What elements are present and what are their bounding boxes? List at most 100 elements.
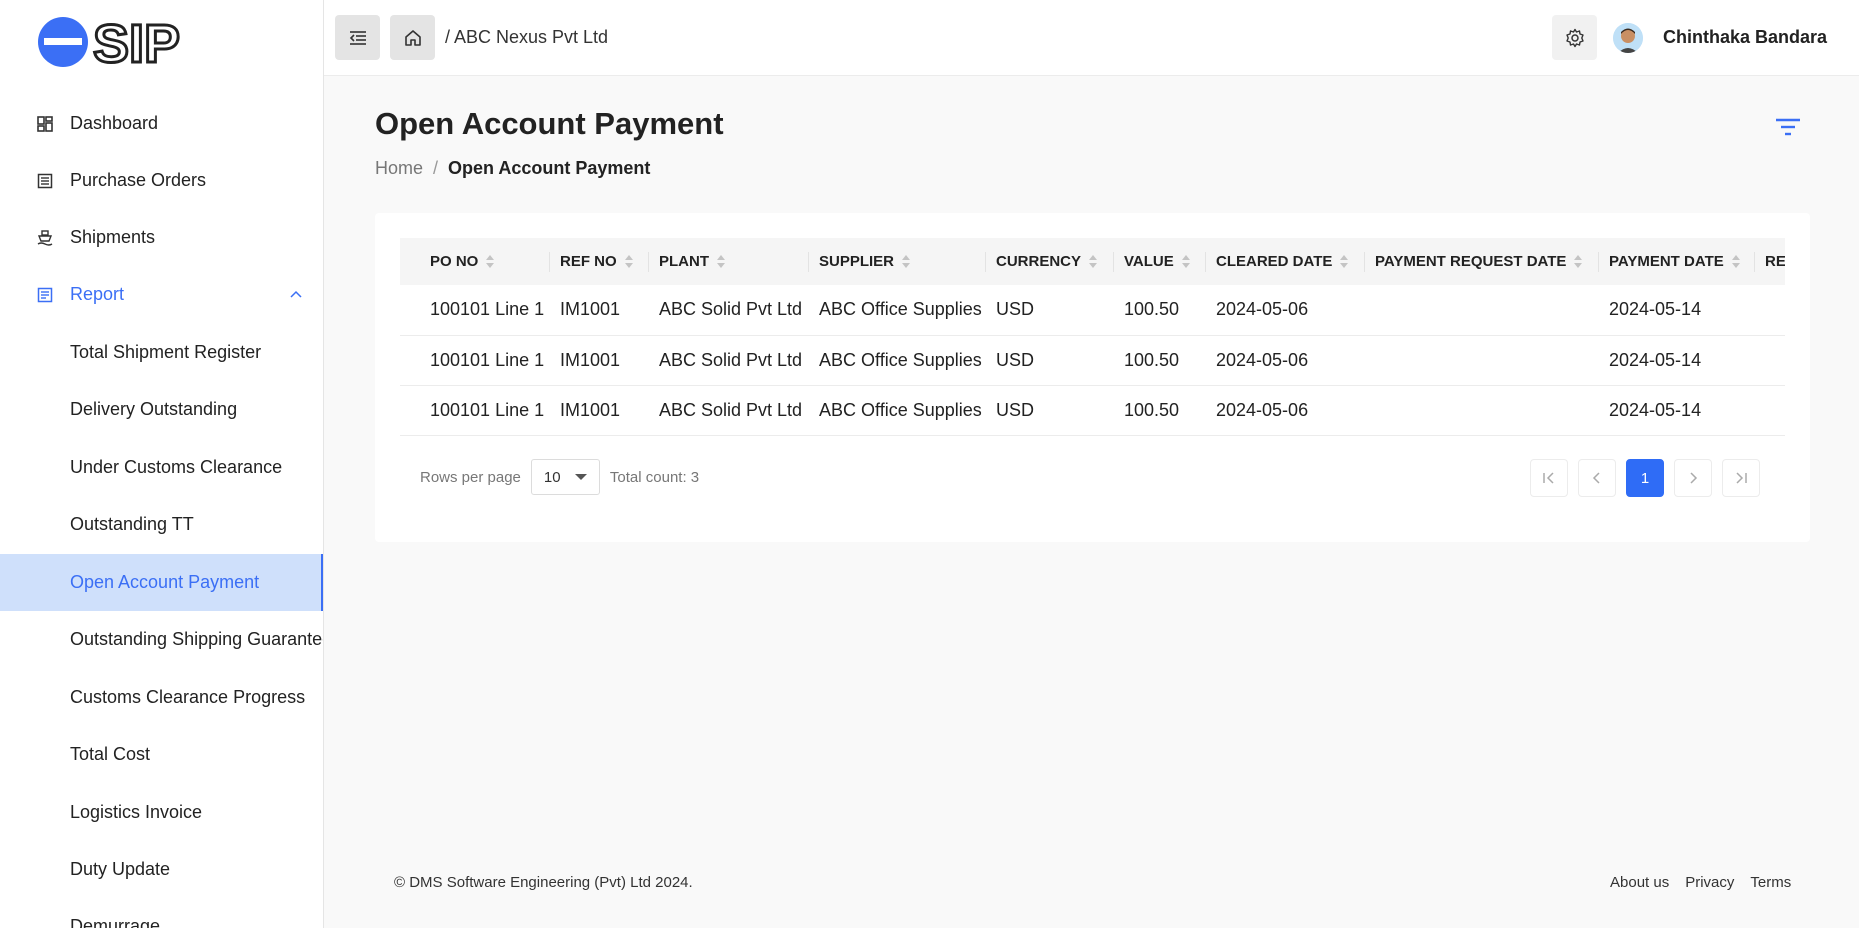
table-row[interactable]: 100101 Line 1 IM1001 ABC Solid Pvt Ltd A…	[400, 385, 1785, 436]
sidebar-item-shipments[interactable]: Shipments	[0, 209, 323, 266]
column-header-cleared-date[interactable]: CLEARED DATE	[1206, 238, 1365, 285]
chevron-up-icon[interactable]	[288, 286, 304, 302]
cell-value: 100.50	[1114, 285, 1206, 336]
esip-logo[interactable]: SIP	[38, 10, 258, 72]
first-page-button[interactable]	[1530, 459, 1568, 497]
list-icon	[36, 172, 54, 190]
cell-payment-request-date	[1365, 285, 1599, 336]
table-row[interactable]: 100101 Line 1 IM1001 ABC Solid Pvt Ltd A…	[400, 335, 1785, 386]
sort-icon[interactable]	[717, 255, 725, 269]
sidebar-item-delivery-outstanding[interactable]: Delivery Outstanding	[0, 381, 323, 438]
total-count: Total count: 3	[609, 468, 700, 486]
page-title: Open Account Payment	[375, 106, 724, 141]
cell-payment-request-date	[1365, 385, 1599, 436]
column-header-payment-date[interactable]: PAYMENT DATE	[1599, 238, 1755, 285]
report-icon	[36, 286, 54, 304]
breadcrumb-home[interactable]: Home	[375, 158, 423, 178]
footer-link-privacy[interactable]: Privacy	[1685, 874, 1734, 891]
sidebar-item-outstanding-tt[interactable]: Outstanding TT	[0, 496, 323, 553]
column-header-supplier[interactable]: SUPPLIER	[809, 238, 986, 285]
footer-copyright: © DMS Software Engineering (Pvt) Ltd 202…	[394, 874, 693, 891]
column-header-re[interactable]: RE	[1755, 238, 1785, 285]
svg-text:SIP: SIP	[93, 14, 180, 72]
sort-icon[interactable]	[486, 255, 495, 269]
cell-supplier: ABC Office Supplies	[809, 385, 986, 436]
cell-supplier: ABC Office Supplies	[809, 335, 986, 386]
sidebar-item-total-cost[interactable]: Total Cost	[0, 726, 323, 783]
cell-payment-date: 2024-05-14	[1599, 285, 1755, 336]
results-card: PO NO REF NO PLANT SUPPLIER CURRENCY VAL…	[375, 213, 1810, 542]
sort-icon[interactable]	[1089, 255, 1098, 269]
last-page-icon	[1736, 472, 1747, 484]
breadcrumb-current: Open Account Payment	[448, 158, 651, 178]
chevron-left-icon	[1592, 472, 1600, 484]
sort-icon[interactable]	[1731, 255, 1740, 269]
sidebar-item-purchase-orders[interactable]: Purchase Orders	[0, 152, 323, 209]
column-header-currency[interactable]: CURRENCY	[986, 238, 1114, 285]
sort-icon[interactable]	[1340, 255, 1349, 269]
sidebar-item-open-account-payment[interactable]: Open Account Payment	[0, 554, 323, 611]
home-icon	[404, 29, 421, 46]
first-page-icon	[1543, 472, 1554, 484]
sort-icon[interactable]	[902, 255, 911, 269]
table-container[interactable]: PO NO REF NO PLANT SUPPLIER CURRENCY VAL…	[400, 238, 1785, 438]
pagination-controls: 1	[1530, 459, 1760, 497]
user-name[interactable]: Chinthaka Bandara	[1663, 27, 1827, 48]
table-header-row: PO NO REF NO PLANT SUPPLIER CURRENCY VAL…	[400, 238, 1785, 285]
cell-payment-date: 2024-05-14	[1599, 385, 1755, 436]
sidebar-item-under-customs-clearance[interactable]: Under Customs Clearance	[0, 439, 323, 496]
sidebar-item-customs-clearance-progress[interactable]: Customs Clearance Progress	[0, 669, 323, 726]
column-header-value[interactable]: VALUE	[1114, 238, 1206, 285]
sidebar-item-report[interactable]: Report	[0, 266, 323, 323]
cell-re	[1755, 335, 1785, 386]
cell-payment-date: 2024-05-14	[1599, 335, 1755, 386]
previous-page-button[interactable]	[1578, 459, 1616, 497]
payments-table: PO NO REF NO PLANT SUPPLIER CURRENCY VAL…	[400, 238, 1785, 436]
sidebar-item-label: Purchase Orders	[70, 170, 207, 190]
footer-link-about[interactable]: About us	[1610, 874, 1669, 891]
column-header-ref-no[interactable]: REF NO	[550, 238, 649, 285]
sidebar-item-dashboard[interactable]: Dashboard	[0, 95, 323, 152]
cell-currency: USD	[986, 335, 1114, 386]
collapse-menu-icon	[349, 30, 366, 45]
page-button-current[interactable]: 1	[1626, 459, 1664, 497]
avatar[interactable]	[1613, 23, 1643, 53]
chevron-right-icon	[1690, 472, 1698, 484]
sidebar-item-total-shipment-register[interactable]: Total Shipment Register	[0, 324, 323, 381]
table-row[interactable]: 100101 Line 1 IM1001 ABC Solid Pvt Ltd A…	[400, 285, 1785, 336]
cell-re	[1755, 285, 1785, 336]
sort-icon[interactable]	[1181, 255, 1190, 269]
sort-icon[interactable]	[624, 255, 633, 269]
pagination-info: Rows per page 10 Total count: 3	[420, 459, 699, 495]
column-header-payment-request-date[interactable]: PAYMENT REQUEST DATE	[1365, 238, 1599, 285]
cell-supplier: ABC Office Supplies	[809, 285, 986, 336]
sort-icon[interactable]	[1574, 255, 1583, 269]
cell-value: 100.50	[1114, 385, 1206, 436]
sidebar-item-duty-update[interactable]: Duty Update	[0, 841, 323, 898]
rows-per-page-select[interactable]: 10	[530, 459, 600, 495]
home-button[interactable]	[390, 15, 435, 60]
sidebar-item-demurrage[interactable]: Demurrage	[0, 898, 323, 928]
sidebar-toggle-button[interactable]	[335, 15, 380, 60]
cell-currency: USD	[986, 385, 1114, 436]
cell-ref-no: IM1001	[550, 385, 649, 436]
next-page-button[interactable]	[1674, 459, 1712, 497]
column-header-po-no[interactable]: PO NO	[400, 238, 550, 285]
sidebar-item-label: Dashboard	[70, 113, 159, 133]
sidebar-item-outstanding-shipping-guarantee[interactable]: Outstanding Shipping Guarantee	[0, 611, 323, 668]
footer-link-terms[interactable]: Terms	[1750, 874, 1791, 891]
company-name: / ABC Nexus Pvt Ltd	[445, 27, 609, 47]
sidebar: SIP Dashboard Purchase Orders Shipments …	[0, 0, 324, 928]
cell-po-no: 100101 Line 1	[400, 335, 550, 386]
ship-icon	[36, 229, 54, 247]
column-header-plant[interactable]: PLANT	[649, 238, 809, 285]
settings-button[interactable]	[1552, 15, 1597, 60]
last-page-button[interactable]	[1722, 459, 1760, 497]
sidebar-item-label: Report	[70, 284, 125, 304]
sidebar-item-logistics-invoice[interactable]: Logistics Invoice	[0, 784, 323, 841]
cell-plant: ABC Solid Pvt Ltd	[649, 285, 809, 336]
filter-icon[interactable]	[1774, 116, 1802, 138]
cell-cleared-date: 2024-05-06	[1206, 385, 1365, 436]
sidebar-item-label: Shipments	[70, 227, 156, 247]
cell-currency: USD	[986, 285, 1114, 336]
